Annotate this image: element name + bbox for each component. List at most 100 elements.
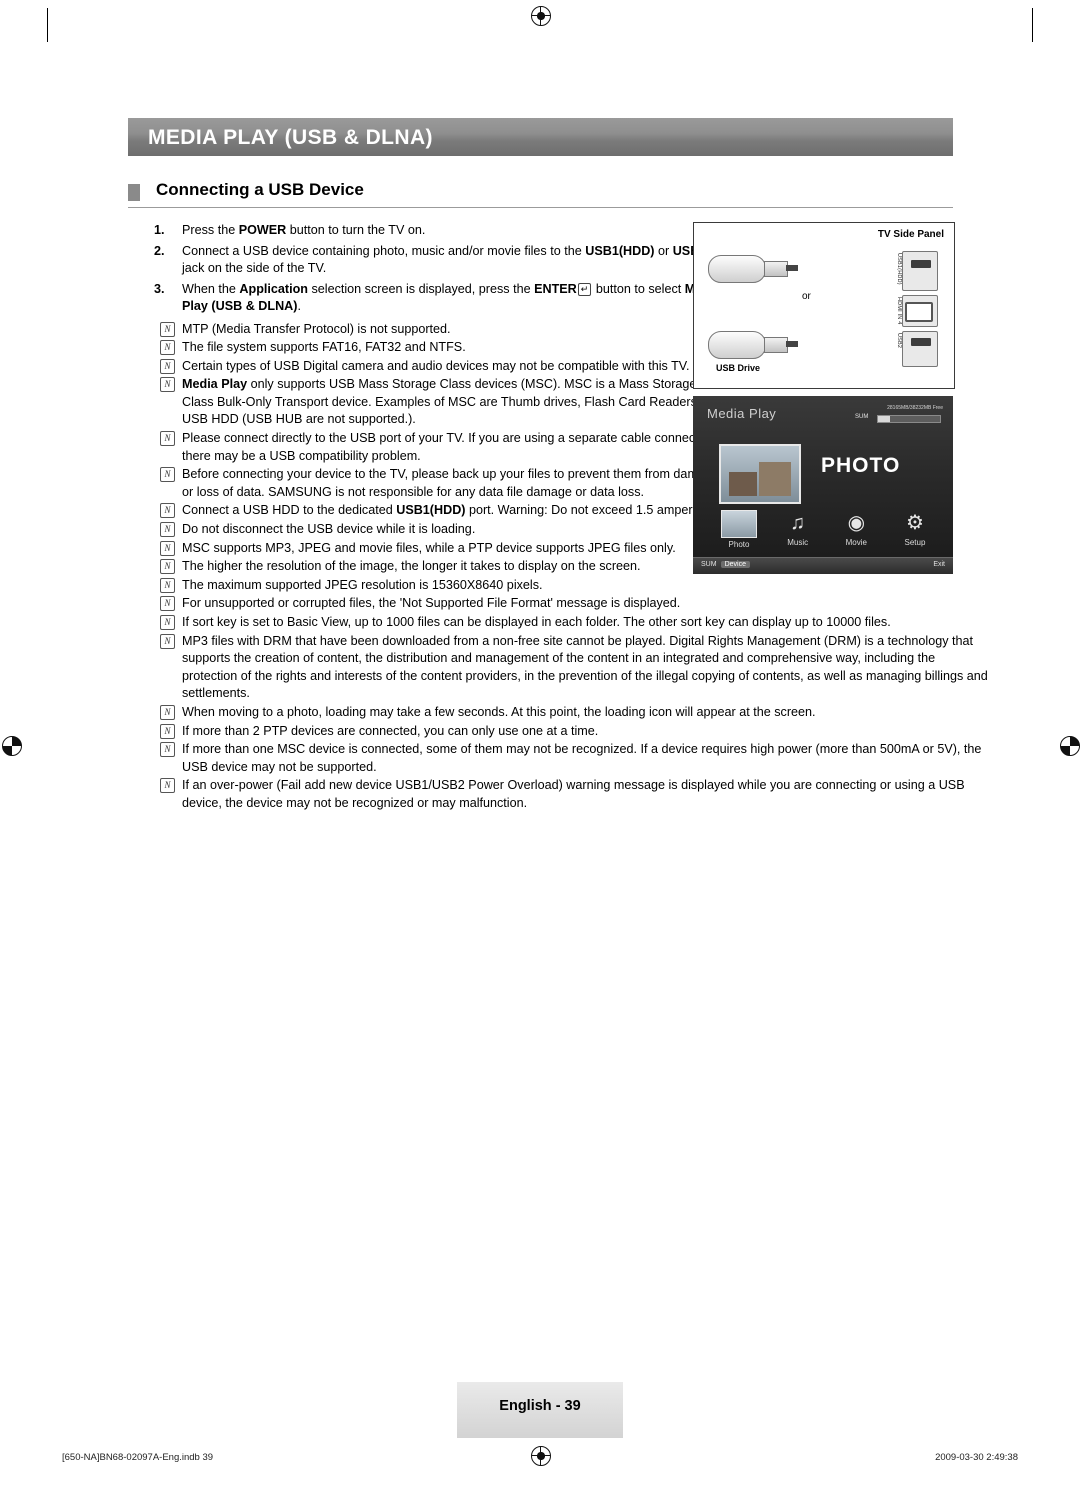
step-text: Connect a USB device containing photo, m… xyxy=(182,243,707,276)
media-icon-movie: ◉ Movie xyxy=(832,508,880,549)
note-bullet-icon: N xyxy=(160,723,175,739)
note-text: The maximum supported JPEG resolution is… xyxy=(182,577,543,592)
usb-stick-connector xyxy=(764,261,788,277)
section-banner: MEDIA PLAY (USB & DLNA) xyxy=(128,118,953,156)
jack-usb1 xyxy=(902,251,938,291)
note-item: N For unsupported or corrupted files, the… xyxy=(148,595,992,613)
usb-stick-pin xyxy=(786,341,798,347)
note-bullet-icon: N xyxy=(160,742,175,758)
jack-hdmi-port xyxy=(905,302,933,322)
step-number: 3. xyxy=(154,281,165,296)
media-icon-movie-label: Movie xyxy=(845,538,867,547)
photo-icon xyxy=(721,510,757,538)
subsection-bullet-bar xyxy=(128,184,140,201)
note-bullet-icon: N xyxy=(160,559,175,575)
page-number-label: English - 39 xyxy=(499,1398,581,1414)
numbered-step: 2. Connect a USB device containing photo,… xyxy=(148,243,722,278)
media-icon-photo-label: Photo xyxy=(728,540,750,549)
note-bullet-icon: N xyxy=(160,522,175,538)
note-text: The file system supports FAT16, FAT32 an… xyxy=(182,340,466,355)
note-bullet-icon: N xyxy=(160,704,175,720)
note-text: Please connect directly to the USB port … xyxy=(182,431,719,463)
note-text: Connect a USB HDD to the dedicated USB1(… xyxy=(182,503,710,518)
note-bullet-icon: N xyxy=(160,778,175,794)
note-item: N If more than 2 PTP devices are connecte… xyxy=(148,723,992,741)
step-text: Press the POWER button to turn the TV on… xyxy=(182,223,426,237)
note-text: The higher the resolution of the image, … xyxy=(182,559,641,574)
note-item: N Connect a USB HDD to the dedicated USB1… xyxy=(148,502,722,520)
thumbnail-shape-2 xyxy=(759,462,791,496)
usb-stick-connector xyxy=(764,337,788,353)
note-item: N If sort key is set to Basic View, up to… xyxy=(148,614,992,632)
note-bullet-icon: N xyxy=(160,377,175,393)
note-text: If more than one MSC device is connected… xyxy=(182,742,982,774)
note-item: N If more than one MSC device is connecte… xyxy=(148,741,992,776)
registration-mark-right xyxy=(1060,736,1080,756)
jack-usb1-label: USB1(HDD) xyxy=(896,253,902,285)
note-text: Before connecting your device to the TV,… xyxy=(182,467,719,499)
note-item: N MP3 files with DRM that have been downl… xyxy=(148,633,992,703)
registration-mark-left xyxy=(2,736,22,756)
crop-mark-top-left xyxy=(47,8,48,42)
note-text: Certain types of USB Digital camera and … xyxy=(182,358,690,373)
note-item: N Do not disconnect the USB device while … xyxy=(148,521,722,539)
registration-mark-bottom xyxy=(531,1446,551,1466)
media-icon-photo: Photo xyxy=(715,508,763,549)
note-text: MTP (Media Transfer Protocol) is not sup… xyxy=(182,321,451,336)
note-text: Do not disconnect the USB device while i… xyxy=(182,522,476,537)
section-title: MEDIA PLAY (USB & DLNA) xyxy=(148,126,433,149)
figure-tv-side-panel: TV Side Panel USB1(HDD) HDMI IN 4 USB2 o… xyxy=(693,222,955,389)
note-bullet-icon: N xyxy=(160,431,175,447)
media-icon-music: ♫ Music xyxy=(774,508,822,549)
note-item: N The file system supports FAT16, FAT32 a… xyxy=(148,339,722,357)
footer-exit-label: Exit xyxy=(933,561,945,568)
subsection-rule xyxy=(128,207,953,208)
note-bullet-icon: N xyxy=(160,321,175,337)
capacity-meter: 28165MB/38232MB Free SUM xyxy=(855,405,943,423)
media-play-footer-bar: SUM Device Exit xyxy=(693,557,953,574)
step-number: 1. xyxy=(154,223,165,237)
manual-page: MEDIA PLAY (USB & DLNA) Connecting a USB… xyxy=(0,0,1080,1488)
media-icon-setup-label: Setup xyxy=(904,538,926,547)
note-text: If an over-power (Fail add new device US… xyxy=(182,778,965,810)
footer-file-label: [650-NA]BN68-02097A-Eng.indb 39 xyxy=(62,1452,214,1463)
figure-side-panel-caption: TV Side Panel xyxy=(877,229,944,240)
film-reel-icon: ◉ xyxy=(847,512,866,534)
footer-device-chip: Device xyxy=(720,561,750,568)
note-bullet-icon: N xyxy=(160,615,175,630)
note-item: N Certain types of USB Digital camera and… xyxy=(148,358,722,376)
note-item: N If an over-power (Fail add new device U… xyxy=(148,777,992,812)
usb-stick-body xyxy=(708,331,766,359)
note-bullet-icon: N xyxy=(160,540,175,556)
footer-date-label: 2009-03-30 2:49:38 xyxy=(935,1452,1018,1463)
note-item: N MTP (Media Transfer Protocol) is not su… xyxy=(148,321,722,339)
note-text: If sort key is set to Basic View, up to … xyxy=(182,615,891,629)
note-bullet-icon: N xyxy=(160,503,175,519)
or-label: or xyxy=(802,291,811,302)
media-play-screen-title: Media Play xyxy=(707,406,777,421)
numbered-step: 3. When the Application selection screen … xyxy=(148,281,722,316)
note-text: If more than 2 PTP devices are connected… xyxy=(182,723,599,738)
footer-sum-label: SUM xyxy=(701,561,717,568)
note-item: N Please connect directly to the USB port… xyxy=(148,430,722,465)
page-number-tab: English - 39 xyxy=(457,1382,623,1438)
gear-icon: ⚙ xyxy=(906,512,924,534)
footer-left-group: SUM Device xyxy=(701,561,750,568)
note-text: Media Play only supports USB Mass Storag… xyxy=(182,377,722,427)
capacity-text: 28165MB/38232MB Free xyxy=(887,405,943,411)
media-icon-setup: ⚙ Setup xyxy=(891,508,939,549)
note-text: MSC supports MP3, JPEG and movie files, … xyxy=(182,540,676,555)
note-bullet-icon: N xyxy=(160,358,175,374)
note-item: N Before connecting your device to the TV… xyxy=(148,466,722,501)
jack-usb1-slot xyxy=(911,260,931,268)
usb-stick-pin xyxy=(786,265,798,271)
note-bullet-icon: N xyxy=(160,340,175,356)
jack-hdmi-label: HDMI IN 4 xyxy=(896,297,902,325)
jack-usb2 xyxy=(902,331,938,367)
media-icon-music-label: Music xyxy=(787,538,809,547)
note-bullet-icon: N xyxy=(160,577,175,593)
note-item: N The maximum supported JPEG resolution i… xyxy=(148,577,992,595)
capacity-bar xyxy=(877,415,941,423)
note-item: N When moving to a photo, loading may tak… xyxy=(148,704,992,722)
note-text: For unsupported or corrupted files, the … xyxy=(182,596,681,611)
